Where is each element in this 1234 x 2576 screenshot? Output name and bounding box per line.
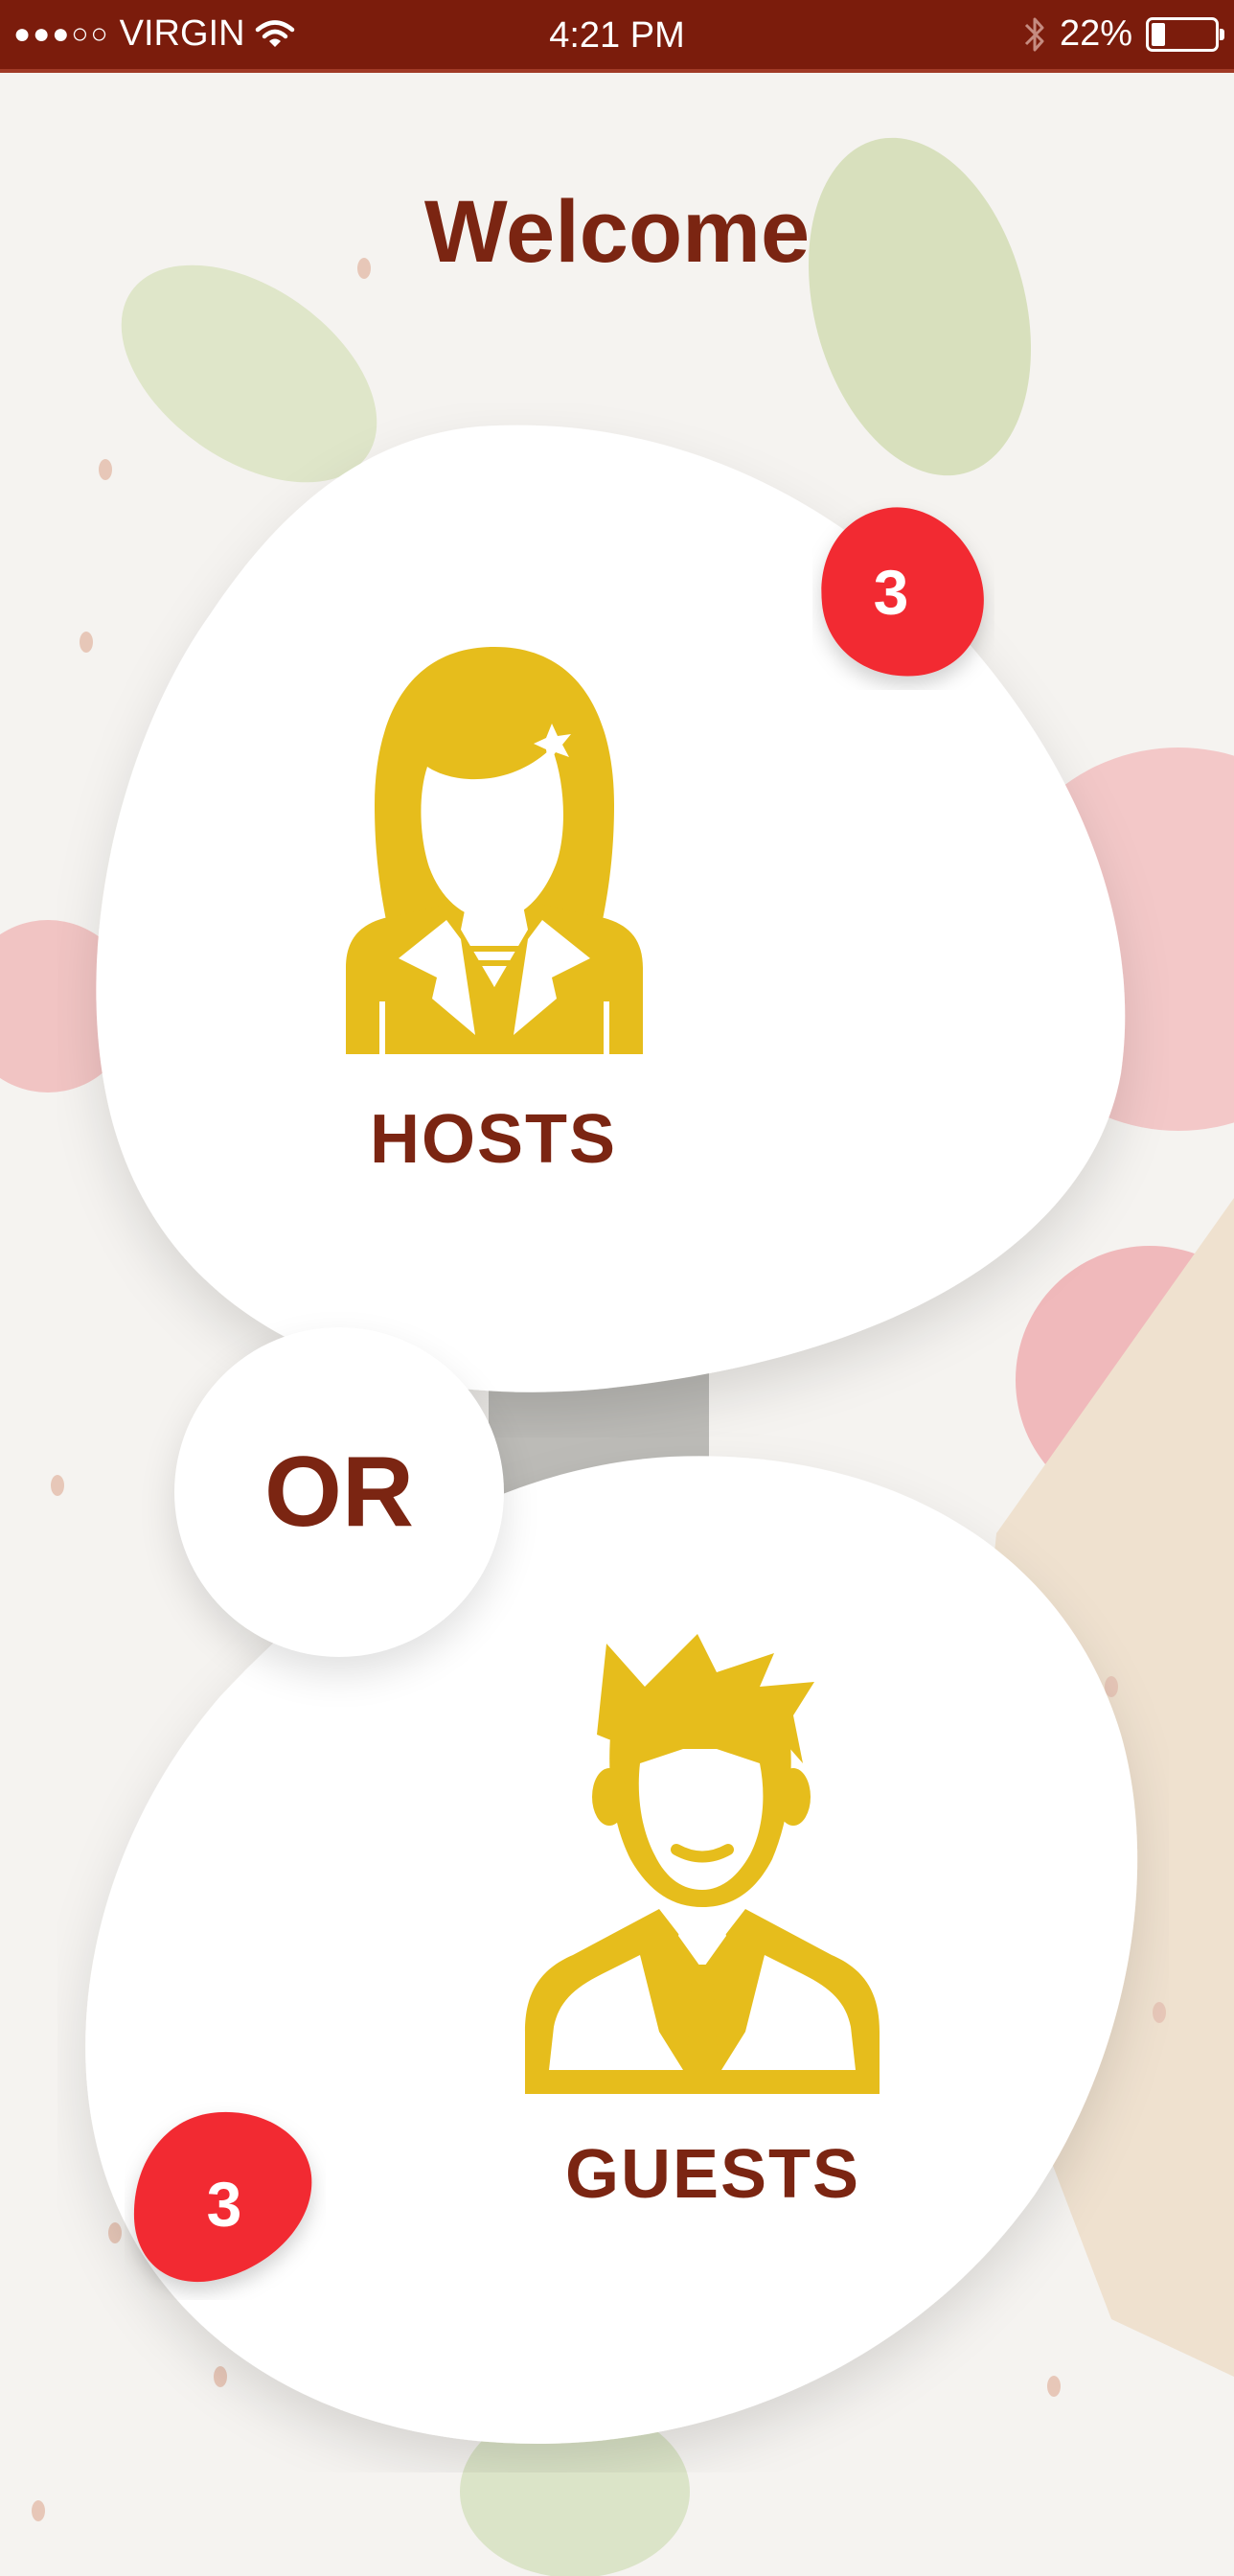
page-title: Welcome [423,183,811,281]
status-right-group: 22% [1023,13,1224,55]
guests-label[interactable]: GUESTS [565,2135,860,2214]
hosts-badge-count: 3 [873,557,909,628]
male-guest-avatar-icon [525,1634,880,2094]
battery-percent: 22% [1059,13,1132,54]
female-host-avatar-icon [346,647,643,1054]
guests-badge-count: 3 [206,2169,242,2240]
or-text: OR [264,1436,414,1548]
status-bar: ●●●○○ VIRGIN 4:21 PM 22% [0,0,1234,73]
battery-icon [1146,16,1224,52]
bluetooth-icon [1024,17,1044,51]
hosts-label[interactable]: HOSTS [370,1100,617,1179]
or-separator: OR [174,1327,504,1657]
battery-level-fill [1152,22,1166,46]
